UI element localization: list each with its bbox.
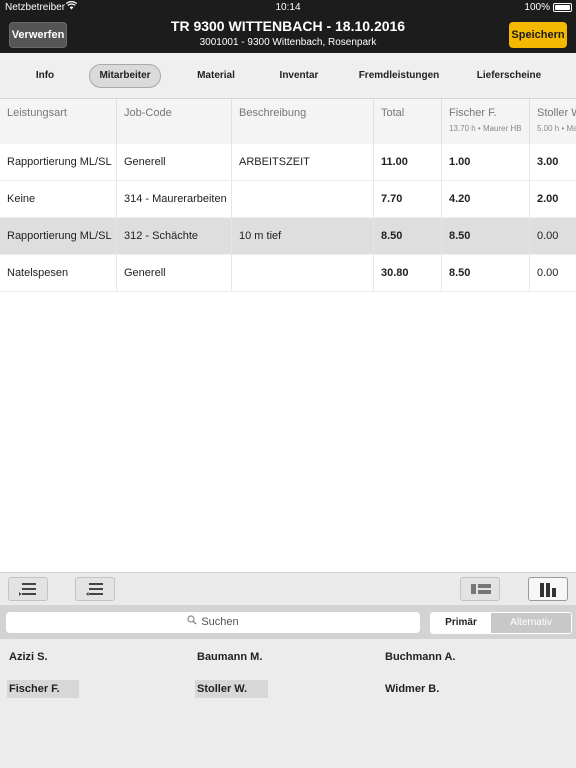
cell-job-code: 312 - Schächte xyxy=(117,218,232,254)
cell-job-code: Generell xyxy=(117,144,232,180)
search-input[interactable]: Suchen xyxy=(6,612,420,633)
segment-primary[interactable]: Primär xyxy=(431,613,491,633)
status-bar: Netzbetreiber 10:14 100% xyxy=(0,0,576,15)
cell-leistungsart: Keine xyxy=(0,181,117,217)
column-header[interactable]: Job-Code xyxy=(117,99,232,144)
tab-info[interactable]: Info xyxy=(20,64,70,88)
cell-total: 7.70 xyxy=(374,181,442,217)
page-title: TR 9300 WITTENBACH - 18.10.2016 xyxy=(170,18,406,34)
column-header-sub: 13.70 h • Maurer HB xyxy=(449,124,522,133)
cell-leistungsart: Rapportierung ML/SL xyxy=(0,144,117,180)
column-header-label: Fischer F. xyxy=(449,107,497,119)
employee-list: Azizi S. Baumann M. Buchmann A. Fischer … xyxy=(0,639,576,768)
cell-hours: 8.50 xyxy=(442,218,530,254)
list-view-button[interactable] xyxy=(460,577,500,601)
column-header-label: Leistungsart xyxy=(7,107,67,119)
table-toolbar xyxy=(0,572,576,605)
column-header[interactable]: Stoller W. 5.00 h • Ma xyxy=(530,99,576,144)
cell-total: 11.00 xyxy=(374,144,442,180)
hours-table: Leistungsart Job-Code Beschreibung Total… xyxy=(0,99,576,292)
cell-leistungsart: Natelspesen xyxy=(0,255,117,291)
table-row-selected[interactable]: Rapportierung ML/SL 312 - Schächte 10 m … xyxy=(0,218,576,255)
employee-item[interactable]: Buchmann A. xyxy=(383,648,456,666)
cell-total: 30.80 xyxy=(374,255,442,291)
column-view-button[interactable] xyxy=(528,577,568,601)
cell-job-code: 314 - Maurerarbeiten xyxy=(117,181,232,217)
column-header[interactable]: Leistungsart xyxy=(0,99,117,144)
employee-item-selected[interactable]: Fischer F. xyxy=(7,680,79,698)
battery-percent: 100% xyxy=(524,2,550,13)
page-subtitle: 3001001 - 9300 Wittenbach, Rosenpark xyxy=(199,37,377,48)
column-header-label: Job-Code xyxy=(124,107,172,119)
cell-hours: 4.20 xyxy=(442,181,530,217)
table-header: Leistungsart Job-Code Beschreibung Total… xyxy=(0,99,576,144)
column-header-sub: 5.00 h • Ma xyxy=(537,124,576,133)
cell-beschreibung xyxy=(232,255,374,291)
column-header[interactable]: Fischer F. 13.70 h • Maurer HB xyxy=(442,99,530,144)
tab-bar: Info Mitarbeiter Material Inventar Fremd… xyxy=(0,53,576,99)
column-header[interactable]: Beschreibung xyxy=(232,99,374,144)
remove-row-button[interactable] xyxy=(75,577,115,601)
column-header-label: Total xyxy=(381,107,405,119)
column-header-label: Stoller W. xyxy=(537,107,576,119)
cell-hours: 3.00 xyxy=(537,156,559,168)
cell-hours: 8.50 xyxy=(442,255,530,291)
column-header-label: Beschreibung xyxy=(239,107,307,119)
search-placeholder: Suchen xyxy=(201,616,239,628)
cell-hours: 1.00 xyxy=(442,144,530,180)
cell-beschreibung xyxy=(232,181,374,217)
employee-item[interactable]: Azizi S. xyxy=(7,648,48,666)
cell-hours: 0.00 xyxy=(537,230,559,242)
tab-lieferscheine[interactable]: Lieferscheine xyxy=(470,64,548,88)
cell-job-code: Generell xyxy=(117,255,232,291)
tab-fremdleistungen[interactable]: Fremdleistungen xyxy=(353,64,445,88)
cell-hours: 2.00 xyxy=(537,193,559,205)
employee-item[interactable]: Baumann M. xyxy=(195,648,262,666)
segment-alternative[interactable]: Alternativ xyxy=(491,613,571,633)
search-icon xyxy=(187,612,197,633)
employee-search-bar: Suchen Primär Alternativ xyxy=(0,605,576,639)
tab-inventar[interactable]: Inventar xyxy=(268,64,330,88)
tab-material[interactable]: Material xyxy=(185,64,247,88)
header-bar: Verwerfen TR 9300 WITTENBACH - 18.10.201… xyxy=(0,15,576,53)
column-header[interactable]: Total xyxy=(374,99,442,144)
clock: 10:14 xyxy=(275,2,301,13)
tab-mitarbeiter[interactable]: Mitarbeiter xyxy=(89,64,161,88)
employee-filter-segment: Primär Alternativ xyxy=(430,612,572,634)
cell-beschreibung: 10 m tief xyxy=(232,218,374,254)
save-button[interactable]: Speichern xyxy=(509,22,567,48)
employee-item[interactable]: Widmer B. xyxy=(383,680,439,698)
employee-item-selected[interactable]: Stoller W. xyxy=(195,680,268,698)
table-row[interactable]: Rapportierung ML/SL Generell ARBEITSZEIT… xyxy=(0,144,576,181)
cell-leistungsart: Rapportierung ML/SL xyxy=(0,218,117,254)
cell-beschreibung: ARBEITSZEIT xyxy=(232,144,374,180)
cell-total: 8.50 xyxy=(374,218,442,254)
battery-icon xyxy=(553,3,572,12)
table-row[interactable]: Keine 314 - Maurerarbeiten 7.70 4.20 2.0… xyxy=(0,181,576,218)
table-row[interactable]: Natelspesen Generell 30.80 8.50 0.00 xyxy=(0,255,576,292)
add-row-button[interactable] xyxy=(8,577,48,601)
cell-hours: 0.00 xyxy=(537,267,559,279)
